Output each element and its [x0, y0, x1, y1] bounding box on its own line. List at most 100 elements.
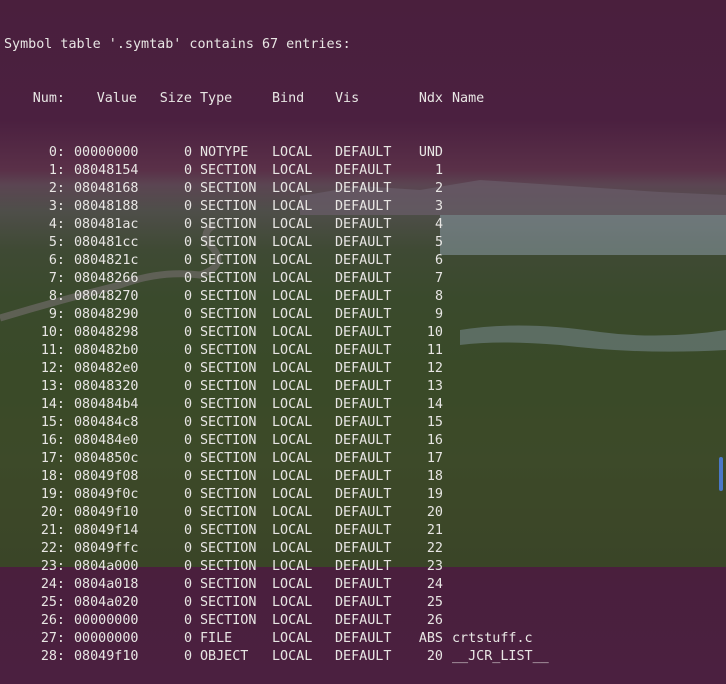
- symbol-num: 2:: [48, 181, 65, 196]
- symbol-ndx: 15: [426, 415, 443, 430]
- symbol-bind: LOCAL: [272, 199, 313, 214]
- symbol-type: SECTION: [200, 505, 257, 520]
- col-vis-header: Vis: [335, 91, 360, 106]
- symbol-value: 08049f08: [74, 469, 139, 484]
- symbol-rows: 0: 00000000 0 NOTYPE LOCAL DEFAULT UND 1: 080481…: [4, 144, 720, 666]
- symbol-value: 0804a018: [74, 577, 139, 592]
- symbol-row: 13: 08048320 0 SECTION LOCAL DEFAULT 13: [4, 378, 720, 396]
- symbol-row: 10: 08048298 0 SECTION LOCAL DEFAULT 10: [4, 324, 720, 342]
- symbol-vis: DEFAULT: [335, 361, 392, 376]
- symbol-row: 6: 0804821c 0 SECTION LOCAL DEFAULT 6: [4, 252, 720, 270]
- col-value-header: Value: [96, 91, 137, 106]
- terminal-output[interactable]: Symbol table '.symtab' contains 67 entri…: [4, 0, 720, 664]
- symbol-ndx: 21: [426, 523, 443, 538]
- symbol-num: 14:: [40, 397, 65, 412]
- symbol-row: 15: 080484c8 0 SECTION LOCAL DEFAULT 15: [4, 414, 720, 432]
- symbol-vis: DEFAULT: [335, 613, 392, 628]
- symbol-row: 5: 080481cc 0 SECTION LOCAL DEFAULT 5: [4, 234, 720, 252]
- symbol-ndx: 10: [426, 325, 443, 340]
- symbol-size: 0: [183, 343, 192, 358]
- column-header-row: Num: Value Size Type Bind Vis Ndx Name: [4, 90, 720, 108]
- symbol-bind: LOCAL: [272, 361, 313, 376]
- symbol-bind: LOCAL: [272, 343, 313, 358]
- symbol-ndx: 5: [434, 235, 443, 250]
- symbol-bind: LOCAL: [272, 541, 313, 556]
- symbol-type: SECTION: [200, 595, 257, 610]
- symbol-size: 0: [183, 433, 192, 448]
- symbol-type: SECTION: [200, 613, 257, 628]
- symbol-value: 00000000: [74, 631, 139, 646]
- symbol-vis: DEFAULT: [335, 289, 392, 304]
- symbol-vis: DEFAULT: [335, 577, 392, 592]
- symbol-row: 2: 08048168 0 SECTION LOCAL DEFAULT 2: [4, 180, 720, 198]
- symbol-type: SECTION: [200, 271, 257, 286]
- symbol-bind: LOCAL: [272, 595, 313, 610]
- symbol-vis: DEFAULT: [335, 217, 392, 232]
- symbol-num: 0:: [48, 145, 65, 160]
- symbol-size: 0: [183, 559, 192, 574]
- symbol-size: 0: [183, 451, 192, 466]
- symbol-row: 9: 08048290 0 SECTION LOCAL DEFAULT 9: [4, 306, 720, 324]
- symbol-vis: DEFAULT: [335, 415, 392, 430]
- symbol-bind: LOCAL: [272, 379, 313, 394]
- symbol-size: 0: [183, 181, 192, 196]
- symbol-bind: LOCAL: [272, 235, 313, 250]
- symbol-ndx: 12: [426, 361, 443, 376]
- symbol-num: 18:: [40, 469, 65, 484]
- symbol-bind: LOCAL: [272, 649, 313, 664]
- symbol-ndx: ABS: [418, 631, 443, 646]
- symbol-num: 28:: [40, 649, 65, 664]
- symbol-size: 0: [183, 235, 192, 250]
- symbol-bind: LOCAL: [272, 397, 313, 412]
- symbol-num: 9:: [48, 307, 65, 322]
- symbol-vis: DEFAULT: [335, 631, 392, 646]
- symbol-ndx: 20: [426, 505, 443, 520]
- symbol-num: 6:: [48, 253, 65, 268]
- symbol-type: SECTION: [200, 163, 257, 178]
- symbol-ndx: UND: [418, 145, 443, 160]
- symbol-bind: LOCAL: [272, 613, 313, 628]
- symbol-vis: DEFAULT: [335, 469, 392, 484]
- symbol-value: 08049f0c: [74, 487, 139, 502]
- symbol-type: SECTION: [200, 397, 257, 412]
- symbol-bind: LOCAL: [272, 271, 313, 286]
- symbol-num: 13:: [40, 379, 65, 394]
- symbol-row: 20: 08049f10 0 SECTION LOCAL DEFAULT 20: [4, 504, 720, 522]
- scrollbar-thumb[interactable]: [719, 457, 723, 491]
- symbol-vis: DEFAULT: [335, 325, 392, 340]
- symbol-size: 0: [183, 199, 192, 214]
- symbol-num: 4:: [48, 217, 65, 232]
- symbol-num: 12:: [40, 361, 65, 376]
- symbol-type: SECTION: [200, 199, 257, 214]
- symbol-ndx: 13: [426, 379, 443, 394]
- symbol-size: 0: [183, 541, 192, 556]
- symbol-size: 0: [183, 595, 192, 610]
- symbol-value: 08048266: [74, 271, 139, 286]
- symbol-row: 14: 080484b4 0 SECTION LOCAL DEFAULT 14: [4, 396, 720, 414]
- symbol-num: 22:: [40, 541, 65, 556]
- symbol-size: 0: [183, 145, 192, 160]
- symbol-size: 0: [183, 649, 192, 664]
- symbol-bind: LOCAL: [272, 631, 313, 646]
- symbol-value: 0804850c: [74, 451, 139, 466]
- symbol-type: SECTION: [200, 487, 257, 502]
- symbol-type: SECTION: [200, 379, 257, 394]
- symbol-num: 7:: [48, 271, 65, 286]
- symbol-ndx: 24: [426, 577, 443, 592]
- symbol-size: 0: [183, 523, 192, 538]
- symbol-vis: DEFAULT: [335, 487, 392, 502]
- symbol-type: SECTION: [200, 433, 257, 448]
- symbol-bind: LOCAL: [272, 163, 313, 178]
- symbol-type: SECTION: [200, 235, 257, 250]
- symbol-ndx: 20: [426, 649, 443, 664]
- symbol-ndx: 26: [426, 613, 443, 628]
- col-ndx-header: Ndx: [418, 91, 443, 106]
- symbol-num: 23:: [40, 559, 65, 574]
- symbol-type: SECTION: [200, 289, 257, 304]
- symbol-bind: LOCAL: [272, 433, 313, 448]
- symbol-row: 26: 00000000 0 SECTION LOCAL DEFAULT 26: [4, 612, 720, 630]
- symbol-value: 08049f14: [74, 523, 139, 538]
- symbol-type: OBJECT: [200, 649, 249, 664]
- symbol-num: 3:: [48, 199, 65, 214]
- symbol-ndx: 7: [434, 271, 443, 286]
